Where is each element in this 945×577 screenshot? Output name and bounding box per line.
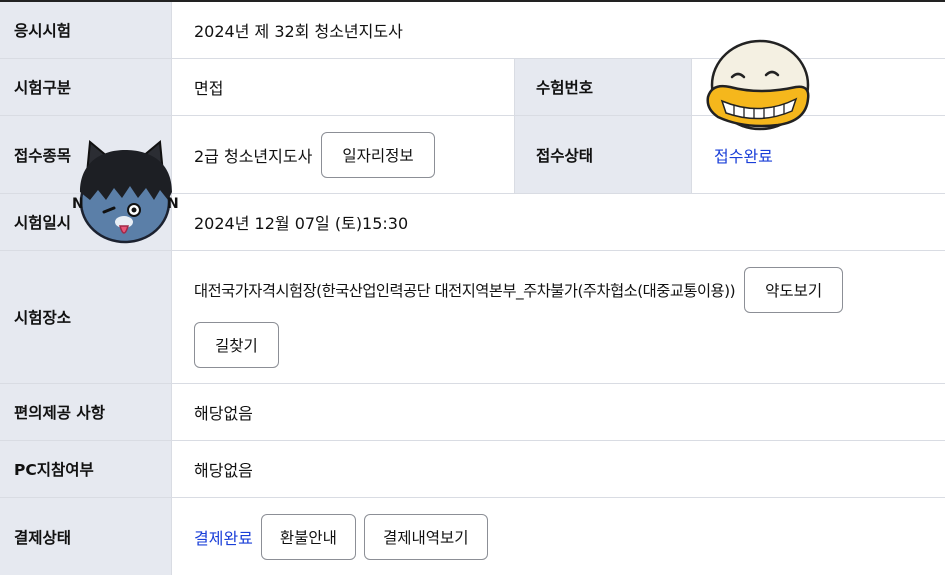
value-venue-cell: 대전국가자격시험장(한국산업인력공단 대전지역본부_주차불가(주차협소(대중교통… xyxy=(172,251,945,383)
venue-line: 대전국가자격시험장(한국산업인력공단 대전지역본부_주차불가(주차협소(대중교통… xyxy=(194,266,844,313)
value-venue: 대전국가자격시험장(한국산업인력공단 대전지역본부_주차불가(주차협소(대중교통… xyxy=(194,281,736,300)
value-pc: 해당없음 xyxy=(194,461,253,480)
label-venue: 시험장소 xyxy=(0,251,172,383)
label-payment: 결제상태 xyxy=(0,498,172,575)
row-pc: PC지참여부 해당없음 xyxy=(0,441,945,498)
value-category-cell: 2급 청소년지도사 일자리정보 xyxy=(172,116,514,193)
label-application-status: 접수상태 xyxy=(514,116,692,193)
value-datetime: 2024년 12월 07일 (토)15:30 xyxy=(194,214,409,233)
directions-button[interactable]: 길찾기 xyxy=(194,321,279,368)
value-convenience: 해당없음 xyxy=(194,404,253,423)
cat-sticker-icon: N N xyxy=(72,140,179,244)
label-exam: 응시시험 xyxy=(0,2,172,58)
duck-sticker-icon xyxy=(706,39,810,131)
payment-history-button[interactable]: 결제내역보기 xyxy=(363,513,488,560)
label-pc: PC지참여부 xyxy=(0,441,172,497)
value-payment-status: 결제완료 xyxy=(194,528,253,548)
value-exam: 2024년 제 32회 청소년지도사 xyxy=(194,22,403,41)
row-payment: 결제상태 결제완료 환불안내 결제내역보기 xyxy=(0,498,945,575)
job-info-button[interactable]: 일자리정보 xyxy=(321,131,435,178)
value-payment-cell: 결제완료 환불안내 결제내역보기 xyxy=(172,498,945,575)
label-convenience: 편의제공 사항 xyxy=(0,384,172,440)
row-venue: 시험장소 대전국가자격시험장(한국산업인력공단 대전지역본부_주차불가(주차협소… xyxy=(0,251,945,384)
svg-text:N: N xyxy=(72,196,84,212)
refund-info-button[interactable]: 환불안내 xyxy=(260,513,356,560)
value-exam-type: 면접 xyxy=(194,79,224,98)
row-convenience: 편의제공 사항 해당없음 xyxy=(0,384,945,441)
label-exam-number: 수험번호 xyxy=(514,59,692,115)
value-category: 2급 청소년지도사 xyxy=(194,146,313,166)
svg-text:N: N xyxy=(167,196,179,212)
map-button[interactable]: 약도보기 xyxy=(744,266,844,313)
label-exam-type: 시험구분 xyxy=(0,59,172,115)
